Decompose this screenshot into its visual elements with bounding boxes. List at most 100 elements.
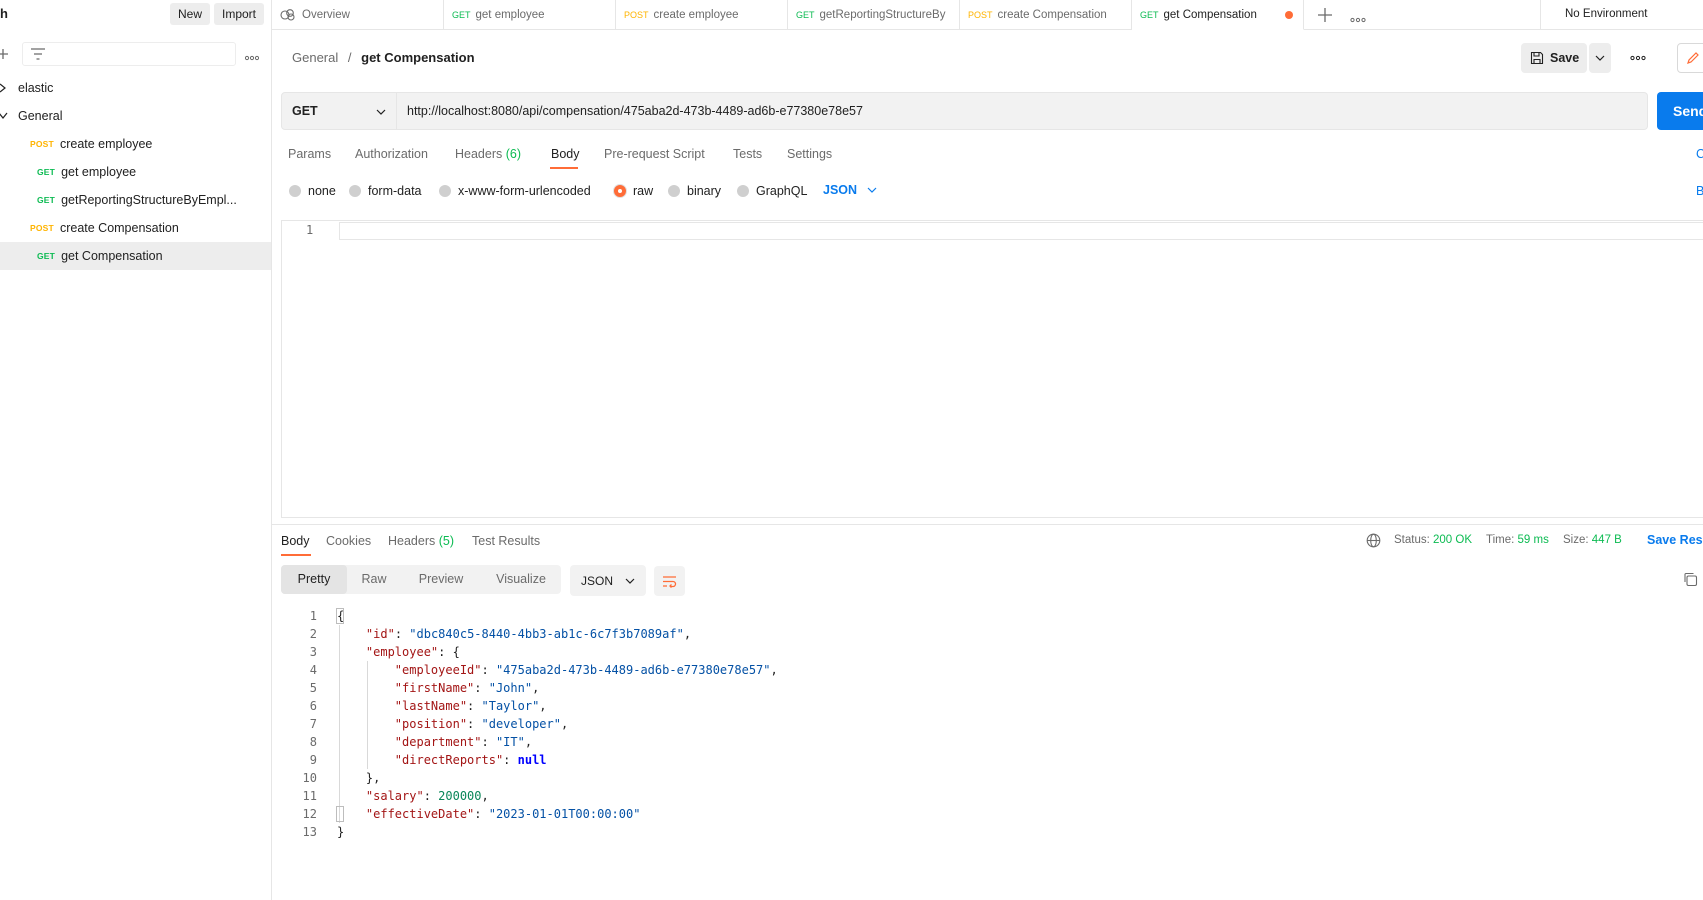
- send-button[interactable]: Send: [1657, 92, 1703, 130]
- radio-label: GraphQL: [756, 184, 808, 198]
- tab-authorization[interactable]: Authorization: [355, 147, 428, 161]
- tab-tests[interactable]: Tests: [733, 147, 762, 161]
- line-number: 7: [309, 717, 317, 731]
- breadcrumb: General / get Compensation: [292, 50, 475, 65]
- request-more-button[interactable]: [1624, 43, 1652, 73]
- sidebar-item-create-employee[interactable]: POST create employee: [0, 130, 271, 158]
- edit-button[interactable]: [1677, 43, 1703, 73]
- sidebar-toolbar: [0, 42, 271, 67]
- sidebar-item-get-employee[interactable]: GET get employee: [0, 158, 271, 186]
- tab-overview[interactable]: Overview: [272, 0, 444, 30]
- json-key: "employee": [365, 645, 439, 659]
- url-input[interactable]: http://localhost:8080/api/compensation/4…: [397, 92, 1648, 130]
- wrap-lines-button[interactable]: [654, 566, 685, 596]
- line-number: 6: [309, 699, 317, 713]
- line-number: 12: [302, 807, 317, 821]
- sidebar-item-create-compensation[interactable]: POST create Compensation: [0, 214, 271, 242]
- tab-settings[interactable]: Settings: [787, 147, 832, 161]
- size-label: Size:: [1563, 534, 1589, 546]
- response-format-select[interactable]: JSON: [570, 565, 646, 596]
- beautify-link[interactable]: B: [1696, 184, 1703, 198]
- sidebar-more-icon[interactable]: [244, 50, 260, 64]
- method-badge: GET: [37, 251, 56, 261]
- radio-raw[interactable]: raw: [614, 184, 653, 198]
- cookies-link[interactable]: C: [1696, 147, 1703, 161]
- response-time: Time: 59 ms: [1486, 534, 1549, 546]
- status-value: 200 OK: [1433, 534, 1473, 546]
- code-text: "lastName": "Taylor",: [394, 699, 547, 713]
- chevron-right-icon: [0, 83, 18, 93]
- save-response-button[interactable]: Save Resp: [1647, 533, 1703, 547]
- json-string: "2023-01-01T00:00:00": [488, 807, 641, 821]
- radio-label: form-data: [368, 184, 422, 198]
- response-tab-test-results[interactable]: Test Results: [472, 534, 540, 548]
- chevron-down-icon: [625, 578, 635, 584]
- request-label: create employee: [59, 137, 153, 151]
- response-size: Size: 447 B: [1563, 534, 1622, 546]
- copy-icon[interactable]: [1683, 572, 1698, 590]
- wrap-lines-icon: [662, 575, 677, 588]
- view-pretty[interactable]: Pretty: [281, 565, 347, 594]
- line-number: 9: [309, 753, 317, 767]
- radio-urlencoded[interactable]: x-www-form-urlencoded: [439, 184, 591, 198]
- folder-general[interactable]: General: [0, 102, 271, 130]
- body-format-select[interactable]: JSON: [823, 183, 877, 197]
- active-line[interactable]: [339, 222, 1703, 240]
- tab-headers[interactable]: Headers (6): [455, 147, 521, 161]
- view-visualize[interactable]: Visualize: [481, 565, 561, 594]
- request-body-editor[interactable]: 1: [281, 220, 1703, 518]
- save-button[interactable]: Save: [1521, 43, 1587, 73]
- radio-none[interactable]: none: [289, 184, 336, 198]
- radio-graphql[interactable]: GraphQL: [737, 184, 807, 198]
- tab-pre-request-script[interactable]: Pre-request Script: [604, 147, 705, 161]
- new-tab-icon[interactable]: [1318, 8, 1332, 25]
- time-label: Time:: [1486, 534, 1515, 546]
- json-key: "directReports": [394, 753, 504, 767]
- sidebar-item-get-reporting-structure[interactable]: GET getReportingStructureByEmpl...: [0, 186, 271, 214]
- method-select[interactable]: GET: [281, 92, 397, 130]
- radio-binary[interactable]: binary: [668, 184, 721, 198]
- unsaved-dot-icon[interactable]: [1285, 11, 1293, 19]
- breadcrumb-current[interactable]: get Compensation: [361, 50, 474, 65]
- workspace-title: h: [0, 6, 8, 21]
- save-dropdown-button[interactable]: [1589, 43, 1611, 73]
- view-preview[interactable]: Preview: [401, 565, 481, 594]
- sidebar-item-get-compensation[interactable]: GET get Compensation: [0, 242, 271, 270]
- line-number: 11: [302, 789, 317, 803]
- tab-get-compensation[interactable]: GET get Compensation: [1132, 0, 1304, 30]
- import-button[interactable]: Import: [214, 3, 265, 25]
- request-label: getReportingStructureByEmpl...: [61, 193, 237, 207]
- folder-elastic[interactable]: elastic: [0, 74, 271, 102]
- response-status: Status: 200 OK: [1394, 534, 1472, 546]
- json-string: "Taylor": [481, 699, 540, 713]
- tab-create-employee[interactable]: POST create employee: [616, 0, 788, 30]
- new-button[interactable]: New: [170, 3, 211, 25]
- folder-label: General: [18, 109, 63, 123]
- response-tab-body[interactable]: Body: [281, 534, 310, 548]
- response-tab-cookies[interactable]: Cookies: [326, 534, 371, 548]
- tabs-more-icon[interactable]: [1350, 12, 1366, 26]
- tab-get-reporting-structure[interactable]: GET getReportingStructureBy: [788, 0, 960, 30]
- active-tab-underline: [550, 167, 578, 169]
- tab-label: create Compensation: [997, 9, 1107, 21]
- radio-form-data[interactable]: form-data: [349, 184, 422, 198]
- tab-get-employee[interactable]: GET get employee: [444, 0, 616, 30]
- response-tab-headers[interactable]: Headers (5): [388, 534, 454, 548]
- json-key: "department": [394, 735, 482, 749]
- view-raw[interactable]: Raw: [347, 565, 401, 594]
- tab-params[interactable]: Params: [288, 147, 331, 161]
- tab-headers-label: Headers: [455, 147, 503, 161]
- line-number: 8: [309, 735, 317, 749]
- add-icon[interactable]: [0, 44, 10, 67]
- radio-circle: [349, 185, 361, 197]
- status-label: Status:: [1394, 534, 1430, 546]
- save-label: Save: [1550, 51, 1580, 65]
- tab-create-compensation[interactable]: POST create Compensation: [960, 0, 1132, 30]
- breadcrumb-parent[interactable]: General: [292, 50, 338, 65]
- json-string: "developer": [481, 717, 561, 731]
- code-text: "department": "IT",: [394, 735, 533, 749]
- environment-selector[interactable]: No Environment: [1540, 0, 1703, 30]
- filter-input[interactable]: [22, 42, 236, 66]
- tab-body[interactable]: Body: [551, 147, 580, 161]
- globe-icon[interactable]: [1366, 533, 1381, 551]
